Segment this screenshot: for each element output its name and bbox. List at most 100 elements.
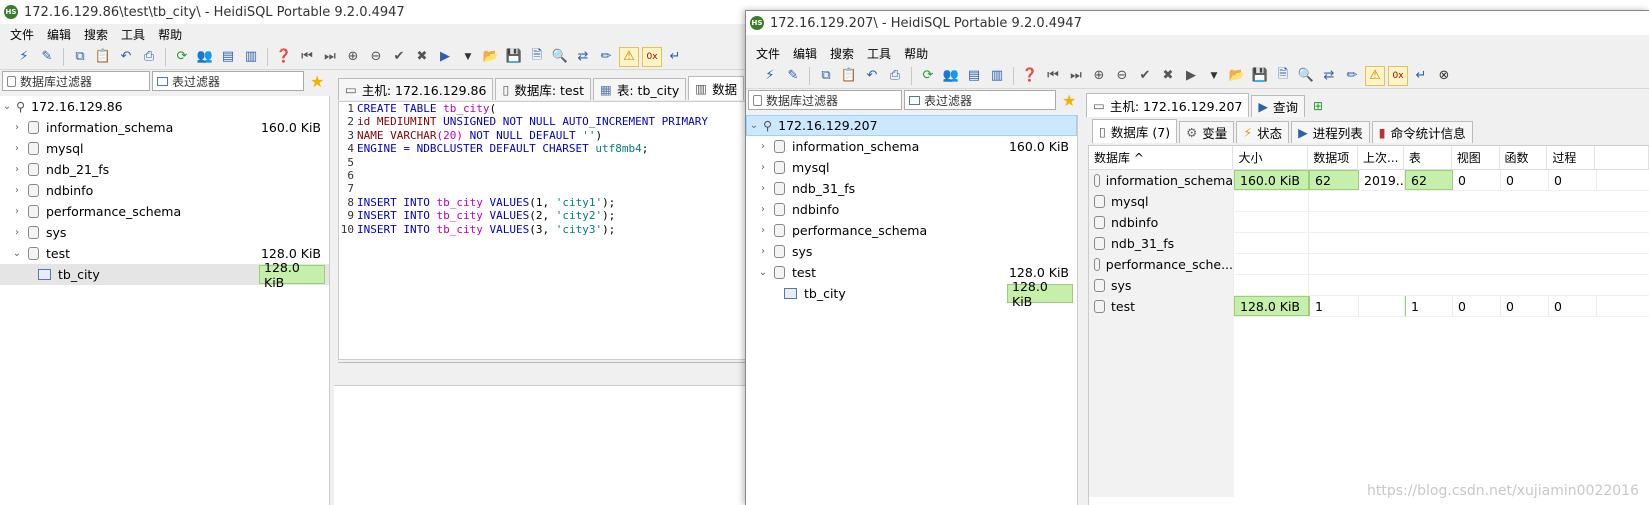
chevron-down-icon[interactable]: ⌄ <box>0 101 14 112</box>
table-row[interactable]: ndbinfo <box>1089 212 1649 233</box>
chevron-right-icon[interactable]: › <box>756 162 770 173</box>
user-manager-icon[interactable]: 👥 <box>941 66 961 86</box>
tree-db-node[interactable]: › ndbinfo <box>0 180 329 201</box>
menu-help[interactable]: 帮助 <box>158 26 182 43</box>
database-filter-input[interactable]: 数据库过滤器 <box>2 71 150 91</box>
message-log[interactable] <box>334 385 746 505</box>
run-icon[interactable]: ▶ <box>1181 66 1201 86</box>
save-all-icon[interactable]: 🗎 <box>527 47 547 67</box>
col-items[interactable]: 数据项 <box>1308 146 1359 169</box>
menu-file[interactable]: 文件 <box>756 45 780 62</box>
chevron-right-icon[interactable]: › <box>756 204 770 215</box>
refresh-icon[interactable]: ⟳ <box>172 47 192 67</box>
disconnect-icon[interactable]: ✎ <box>37 47 57 67</box>
save-all-icon[interactable]: 🗎 <box>1273 66 1293 86</box>
hex-icon[interactable]: 0x <box>1388 65 1408 86</box>
export-icon[interactable]: ▤ <box>218 47 238 67</box>
first-icon[interactable]: ⏮ <box>297 47 317 67</box>
tab-variables[interactable]: ⚙ 变量 <box>1179 121 1235 143</box>
dropdown-icon[interactable]: ▼ <box>458 47 478 67</box>
tab-command-stats[interactable]: ▮ 命令统计信息 <box>1371 121 1473 143</box>
chevron-down-icon[interactable]: ⌄ <box>747 120 761 131</box>
tree-db-node[interactable]: › information_schema 160.0 KiB <box>0 117 329 138</box>
cancel-icon[interactable]: ✖ <box>412 47 432 67</box>
wrap-icon[interactable]: ↵ <box>1411 66 1431 86</box>
table-row[interactable]: sys <box>1089 275 1649 296</box>
run-icon[interactable]: ▶ <box>435 47 455 67</box>
help-icon[interactable]: ❓ <box>1020 66 1040 86</box>
table-row[interactable]: information_schema 160.0 KiB 62 2019... … <box>1089 170 1649 191</box>
last-icon[interactable]: ⏭ <box>1066 66 1086 86</box>
tree-db-node[interactable]: › performance_schema <box>0 201 329 222</box>
user-manager-icon[interactable]: 👥 <box>195 47 215 67</box>
last-icon[interactable]: ⏭ <box>320 47 340 67</box>
save-icon[interactable]: 💾 <box>1250 66 1270 86</box>
tab-database[interactable]: ▯ 数据库: test <box>495 78 592 100</box>
connect-icon[interactable]: ⚡ <box>760 66 780 86</box>
new-query-tab-button[interactable]: ⊞ <box>1307 95 1329 117</box>
chevron-right-icon[interactable]: › <box>10 227 24 238</box>
tree-host-node[interactable]: ⌄ ⚲ 172.16.129.86 <box>0 96 329 117</box>
tab-query[interactable]: ▶ 查询 <box>1251 95 1306 117</box>
add-icon[interactable]: ⊕ <box>1089 66 1109 86</box>
tree-host-node[interactable]: ⌄ ⚲ 172.16.129.207 <box>746 115 1077 136</box>
menu-edit[interactable]: 编辑 <box>793 45 817 62</box>
pencil-icon[interactable]: ✏ <box>596 47 616 67</box>
add-icon[interactable]: ⊕ <box>343 47 363 67</box>
open-file-icon[interactable]: 📂 <box>1227 66 1247 86</box>
table-row[interactable]: mysql <box>1089 191 1649 212</box>
refresh-icon[interactable]: ⟳ <box>918 66 938 86</box>
menu-search[interactable]: 搜索 <box>84 26 108 43</box>
menu-file[interactable]: 文件 <box>10 26 34 43</box>
favorite-star-icon[interactable]: ★ <box>1062 91 1076 110</box>
tab-databases[interactable]: ▯ 数据库 (7) <box>1092 119 1178 143</box>
tab-host[interactable]: ▭ 主机: 172.16.129.86 <box>338 78 494 100</box>
title-bar[interactable]: HS 172.16.129.207\ - HeidiSQL Portable 9… <box>746 11 1649 35</box>
hex-icon[interactable]: 0x <box>642 46 662 67</box>
undo-icon[interactable]: ↶ <box>862 66 882 86</box>
disconnect-icon[interactable]: ✎ <box>783 66 803 86</box>
cancel-icon[interactable]: ✖ <box>1158 66 1178 86</box>
tab-data[interactable]: ▥ 数据 <box>688 76 745 100</box>
menu-search[interactable]: 搜索 <box>830 45 854 62</box>
remove-icon[interactable]: ⊖ <box>366 47 386 67</box>
chevron-down-icon[interactable]: ⌄ <box>756 267 770 278</box>
menu-edit[interactable]: 编辑 <box>47 26 71 43</box>
help-icon[interactable]: ❓ <box>274 47 294 67</box>
copy-icon[interactable]: ⧉ <box>70 47 90 67</box>
connect-icon[interactable]: ⚡ <box>14 47 34 67</box>
sql-editor[interactable]: 1 CREATE TABLE tb_city( 2 id MEDIUMINT UNS… <box>338 101 746 360</box>
menu-help[interactable]: 帮助 <box>904 45 928 62</box>
wrap-icon[interactable]: ↵ <box>665 47 685 67</box>
table-row[interactable]: ndb_31_fs <box>1089 233 1649 254</box>
binoculars-icon[interactable]: 🔍 <box>1296 66 1316 86</box>
chevron-right-icon[interactable]: › <box>10 185 24 196</box>
pencil-icon[interactable]: ✏ <box>1342 66 1362 86</box>
save-icon[interactable]: 💾 <box>504 47 524 67</box>
tree-db-node[interactable]: › information_schema 160.0 KiB <box>746 136 1077 157</box>
tab-process-list[interactable]: ▶ 进程列表 <box>1291 121 1370 143</box>
tree-db-node[interactable]: › performance_schema <box>746 220 1077 241</box>
col-last-modified[interactable]: 上次... <box>1358 146 1404 169</box>
table-filter-input[interactable]: 表过滤器 <box>152 71 304 91</box>
remove-icon[interactable]: ⊖ <box>1112 66 1132 86</box>
table-filter-input[interactable]: 表过滤器 <box>904 90 1056 110</box>
close-icon[interactable]: ⊗ <box>1434 66 1454 86</box>
col-size[interactable]: 大小 <box>1233 146 1309 169</box>
replace-icon[interactable]: ⇄ <box>573 47 593 67</box>
col-database[interactable]: 数据库 ^ <box>1089 146 1234 169</box>
tree-table-node[interactable]: tb_city 128.0 KiB <box>0 260 329 290</box>
col-tables[interactable]: 表 <box>1404 146 1452 169</box>
col-functions[interactable]: 函数 <box>1500 146 1548 169</box>
first-icon[interactable]: ⏮ <box>1043 66 1063 86</box>
paste-icon[interactable]: 📋 <box>839 66 859 86</box>
import-icon[interactable]: ▥ <box>987 66 1007 86</box>
print-icon[interactable]: ⎙ <box>885 66 905 86</box>
favorite-star-icon[interactable]: ★ <box>310 72 324 91</box>
col-views[interactable]: 视图 <box>1452 146 1500 169</box>
dropdown-icon[interactable]: ▼ <box>1204 66 1224 86</box>
chevron-down-icon[interactable]: ⌄ <box>10 248 24 259</box>
chevron-right-icon[interactable]: › <box>10 206 24 217</box>
tree-db-node[interactable]: › sys <box>746 241 1077 262</box>
splitter[interactable] <box>338 362 746 363</box>
